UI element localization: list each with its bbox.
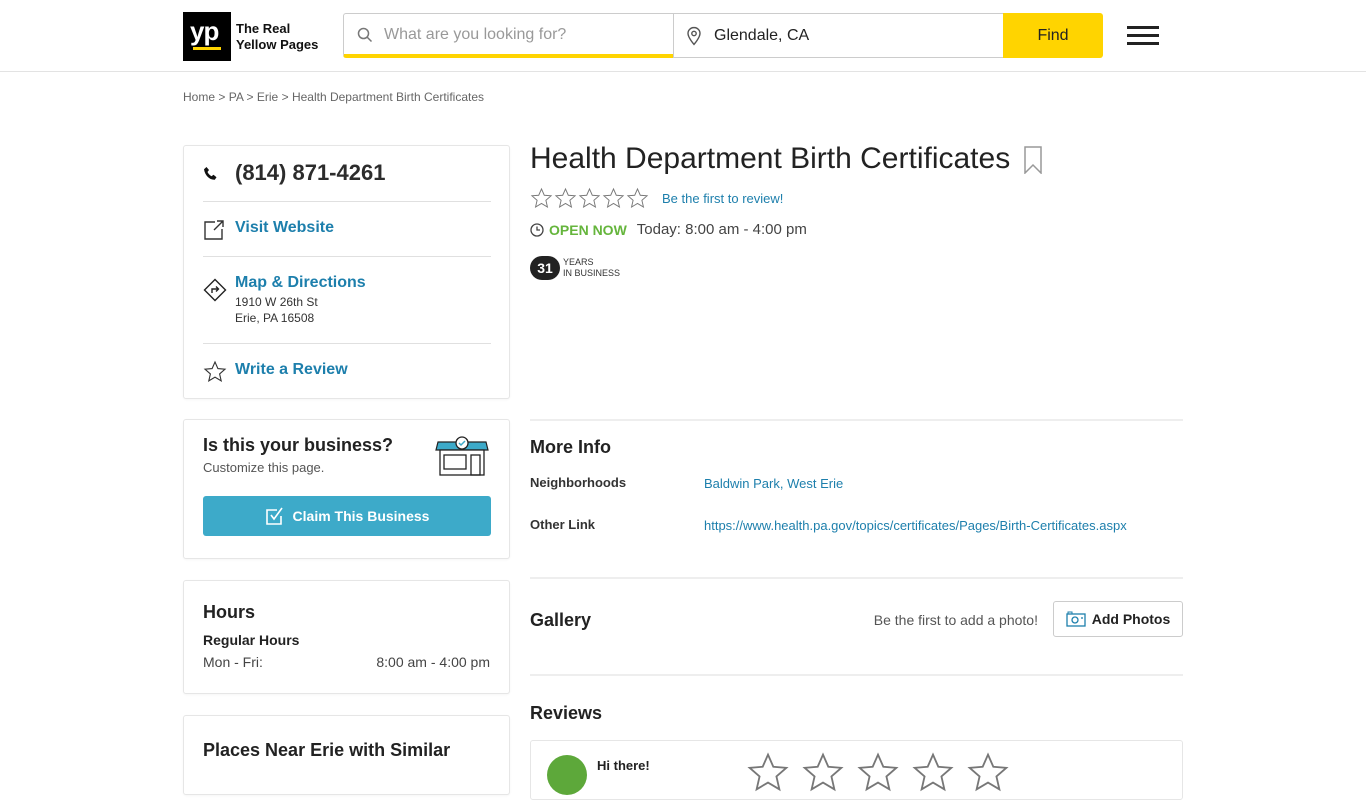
years-label-line1: YEARS [563,257,594,267]
add-photos-button[interactable]: Add Photos [1053,601,1183,637]
breadcrumb-separator: > [246,90,254,104]
review-prompt-box: Hi there! [530,740,1183,800]
today-hours: Today: 8:00 am - 4:00 pm [636,221,807,238]
rating-input-star-icon[interactable] [856,751,900,795]
regular-hours-label: Regular Hours [203,632,300,648]
star-icon [530,187,553,209]
places-near-card: Places Near Erie with Similar [183,715,510,795]
hours-card: Hours Regular Hours Mon - Fri: 8:00 am -… [183,580,510,694]
logo-text-line2: Yellow Pages [236,37,319,52]
star-icon [554,187,577,209]
phone-number[interactable]: (814) 871-4261 [235,160,385,186]
checkbox-icon [265,507,283,525]
add-photos-label: Add Photos [1091,611,1171,627]
write-review-row[interactable]: Write a Review [203,344,491,400]
open-now-badge: OPEN NOW [549,221,627,238]
phone-icon [204,167,217,180]
search-where-field[interactable] [673,13,1004,58]
section-divider [530,674,1183,676]
hours-day: Mon - Fri: [203,654,263,670]
review-rating-input[interactable] [746,751,1010,795]
hamburger-menu-icon[interactable] [1127,26,1159,46]
years-in-business-label: YEARS IN BUSINESS [563,257,620,279]
rating-input-star-icon[interactable] [746,751,790,795]
breadcrumb-separator: > [218,90,226,104]
address-city: Erie, PA 16508 [235,311,315,325]
logo-text-line1: The Real [236,21,291,36]
first-review-link[interactable]: Be the first to review! [662,191,783,206]
places-near-title: Places Near Erie with Similar [203,740,451,760]
rating-input-star-icon[interactable] [801,751,845,795]
claim-business-button[interactable]: Claim This Business [203,496,491,536]
breadcrumb: Home > PA > Erie > Health Department Bir… [183,90,484,104]
directions-row: Map & Directions 1910 W 26th St Erie, PA… [203,257,491,344]
storefront-icon [435,436,489,476]
claim-business-card: Is this your business? Customize this pa… [183,419,510,559]
reviews-title: Reviews [530,703,603,723]
years-label-line2: IN BUSINESS [563,268,621,278]
logo-underline [193,47,221,50]
search-input[interactable] [384,23,664,47]
rating-input-star-icon[interactable] [911,751,955,795]
review-greeting: Hi there! [597,758,650,773]
phone-row: (814) 871-4261 [203,146,491,202]
business-name: Health Department Birth Certificates [530,142,1011,175]
neighborhoods-label: Neighborhoods [530,475,627,490]
breadcrumb-current: Health Department Birth Certificates [291,90,485,104]
star-outline-icon [203,360,227,383]
site-header: yp The Real Yellow Pages Find [0,0,1366,72]
open-status-row: OPEN NOW Today: 8:00 am - 4:00 pm [530,221,807,238]
star-icon [602,187,625,209]
breadcrumb-home[interactable]: Home [183,90,215,104]
website-row[interactable]: Visit Website [203,202,491,257]
years-in-business-badge: 31 [530,256,560,280]
star-icon [626,187,649,209]
section-divider [530,577,1183,579]
contact-card: (814) 871-4261 Visit Website Map & Direc… [183,145,510,399]
search-what-field[interactable] [343,13,674,58]
other-link-value[interactable]: https://www.health.pa.gov/topics/certifi… [704,518,1127,533]
address: 1910 W 26th St Erie, PA 16508 [235,294,318,326]
camera-icon [1066,611,1086,627]
more-info-title: More Info [530,437,611,457]
map-directions-link[interactable]: Map & Directions [235,274,366,292]
claim-title: Is this your business? [203,435,394,455]
neighborhoods-value[interactable]: Baldwin Park, West Erie [704,476,843,491]
claim-subtitle: Customize this page. [203,460,325,475]
visit-website-link[interactable]: Visit Website [235,219,334,237]
other-link-label: Other Link [530,517,596,532]
logo-text[interactable]: The Real Yellow Pages [236,21,318,53]
avatar [547,755,587,795]
yp-logo[interactable]: yp [183,12,231,61]
hours-time: 8:00 am - 4:00 pm [376,654,490,670]
hours-title: Hours [203,602,256,622]
rating-input-star-icon[interactable] [966,751,1010,795]
breadcrumb-city[interactable]: Erie [257,90,278,104]
claim-button-label: Claim This Business [292,508,430,524]
star-icon [578,187,601,209]
rating-stars [530,187,649,210]
find-button[interactable]: Find [1003,13,1103,58]
write-review-link[interactable]: Write a Review [235,361,348,379]
clock-icon [530,222,544,237]
gallery-note: Be the first to add a photo! [873,612,1038,628]
bookmark-icon[interactable] [1023,146,1043,174]
logo-mark: yp [190,16,219,46]
gallery-title: Gallery [530,610,592,630]
search-icon [357,27,373,43]
address-street: 1910 W 26th St [235,295,318,309]
directions-icon [203,278,227,302]
location-input[interactable] [714,24,994,48]
breadcrumb-state[interactable]: PA [229,90,243,104]
external-link-icon [204,220,224,240]
breadcrumb-separator: > [281,90,289,104]
location-pin-icon [687,26,701,46]
section-divider [530,419,1183,421]
